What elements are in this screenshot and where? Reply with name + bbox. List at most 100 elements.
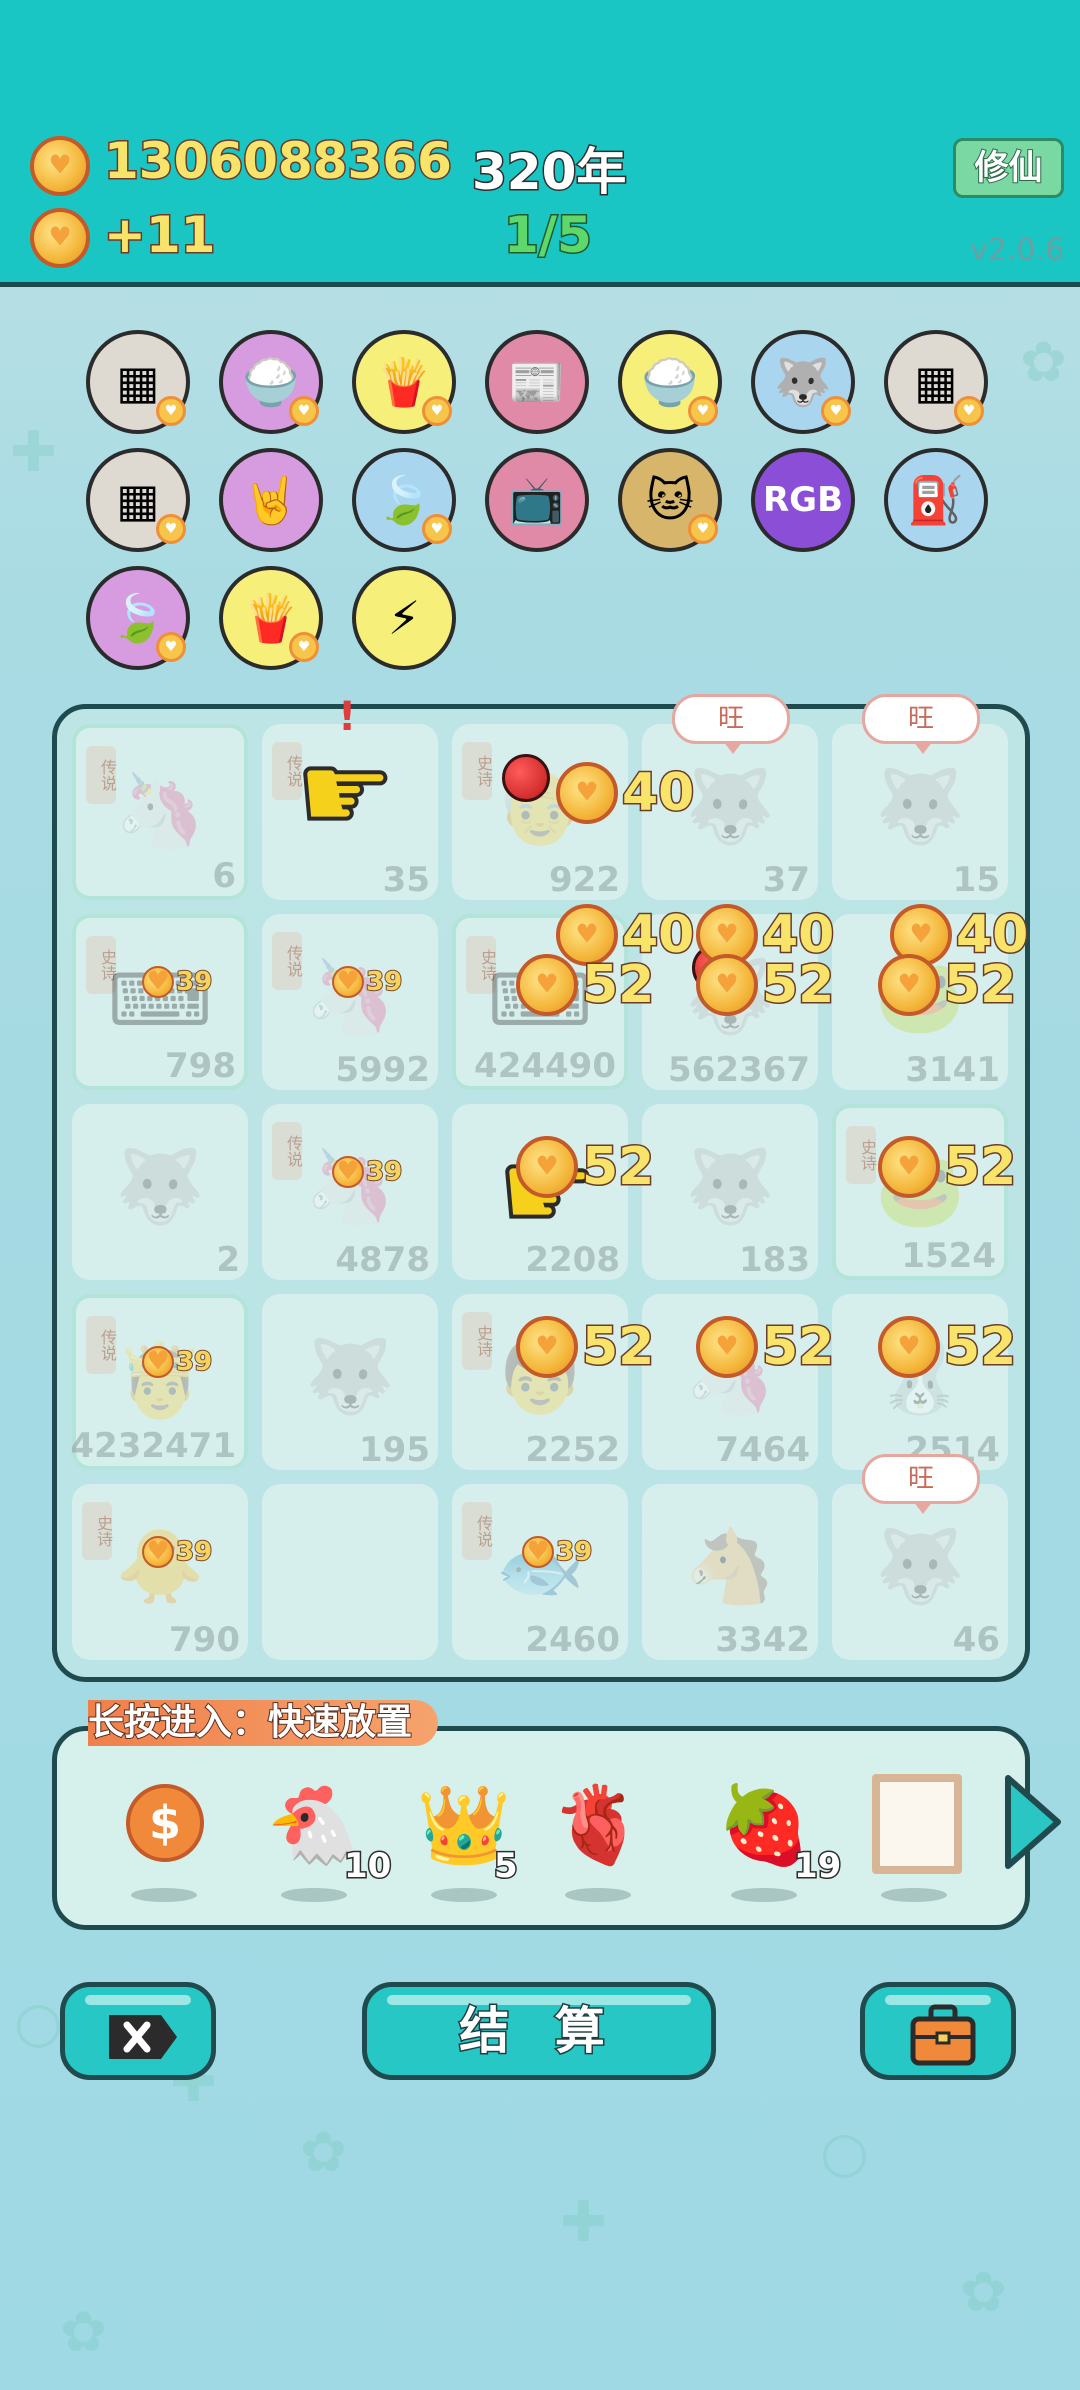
- time-magazine-glyph: 📰: [508, 354, 566, 409]
- round-progress: 1/5: [503, 205, 594, 266]
- tofu-cubes-glyph: ▦: [914, 355, 958, 409]
- husky-icon: 🐺: [305, 1334, 395, 1418]
- board-cell[interactable]: [262, 1484, 438, 1660]
- husky-icon: 🐺: [875, 764, 965, 848]
- tofu-cubes-icon[interactable]: ▦ ♥: [86, 330, 190, 434]
- rock-hand-icon[interactable]: 🤘: [219, 448, 323, 552]
- item-shadow: [431, 1888, 497, 1902]
- cell-count: 7464: [715, 1430, 810, 1470]
- cell-count: 46: [952, 1620, 1000, 1660]
- cultivation-mode-button[interactable]: 修仙: [953, 138, 1064, 198]
- tv-cow-glyph: 📺: [508, 472, 566, 527]
- mini-coin-icon: ♥: [156, 514, 186, 544]
- frame-icon[interactable]: [864, 1770, 964, 1880]
- board-cell[interactable]: 史诗🐥790: [72, 1484, 248, 1660]
- cell-count: 3342: [715, 1620, 810, 1660]
- rice-bowl-icon[interactable]: 🍚 ♥: [618, 330, 722, 434]
- bg-flower-decoration: ✿: [60, 2300, 107, 2365]
- backpack-button[interactable]: [860, 1982, 1016, 2080]
- reward-popup: 40: [556, 760, 696, 826]
- board-cell[interactable]: 🐺 195: [262, 1294, 438, 1470]
- board-cell[interactable]: 传说 🦄 6: [72, 724, 248, 900]
- coin-total: 1306088366: [103, 131, 454, 192]
- alert-mark-icon: !: [338, 694, 357, 740]
- fries-icon[interactable]: 🍟 ♥: [352, 330, 456, 434]
- item-shadow: [731, 1888, 797, 1902]
- coin-icon: [516, 1136, 578, 1198]
- speech-bubble: 旺: [862, 1454, 980, 1514]
- mini-coin-icon: ♥: [688, 396, 718, 426]
- coin-icon: [878, 954, 940, 1016]
- reward-amount: 52: [942, 1136, 1017, 1199]
- bg-flower-decoration: ✿: [960, 2260, 1007, 2325]
- coin-icon: [878, 1316, 940, 1378]
- cat-pair-icon[interactable]: 🐱 ♥: [618, 448, 722, 552]
- small-reward: 39: [522, 1536, 593, 1568]
- cell-count: 1524: [901, 1236, 996, 1276]
- board-cell[interactable]: 🐴 3342: [642, 1484, 818, 1660]
- reward-popup: 52: [878, 1314, 1018, 1380]
- board-cell[interactable]: 🐺 2: [72, 1104, 248, 1280]
- mini-coin-icon: ♥: [156, 632, 186, 662]
- coin-icon: [522, 1536, 554, 1568]
- mini-coin-icon: ♥: [821, 396, 851, 426]
- coin-icon: [142, 1536, 174, 1568]
- red-ball-icon: [502, 754, 550, 802]
- leaf-icon[interactable]: 🍃 ♥: [352, 448, 456, 552]
- bg-plus-decoration: ✚: [10, 420, 57, 485]
- coin-icon: [142, 1346, 174, 1378]
- fries-icon[interactable]: 🍟 ♥: [219, 566, 323, 670]
- small-reward: 39: [142, 1536, 213, 1568]
- cell-count: 2460: [525, 1620, 620, 1660]
- bg-ring-decoration: ○: [820, 2120, 869, 2185]
- income-coin-icon: [30, 208, 90, 268]
- cell-count: 922: [549, 860, 620, 900]
- tofu-cubes-icon[interactable]: ▦ ♥: [86, 448, 190, 552]
- cell-count: 35: [382, 860, 430, 900]
- pump-glyph: ⛽: [907, 472, 965, 527]
- board-cell[interactable]: 传说🦄4878: [262, 1104, 438, 1280]
- pump-icon[interactable]: ⛽: [884, 448, 988, 552]
- small-reward: 39: [142, 966, 213, 998]
- cell-count: 15: [952, 860, 1000, 900]
- coin-icon: [332, 966, 364, 998]
- time-magazine-icon[interactable]: 📰: [485, 330, 589, 434]
- mini-coin-icon: ♥: [156, 396, 186, 426]
- dollar-coin-icon[interactable]: $: [114, 1770, 214, 1880]
- cell-count: 195: [359, 1430, 430, 1470]
- briefcase-icon: [910, 2004, 976, 2066]
- version-label: v2.0.6: [970, 233, 1065, 268]
- top-status-bar: 1306088366 +11 320年 1/5 修仙 v2.0.6: [0, 0, 1080, 287]
- board-cell[interactable]: 传说 🤴 4232471: [70, 1294, 248, 1470]
- reward-popup: 52: [516, 952, 656, 1018]
- coin-icon: [696, 954, 758, 1016]
- board-cell[interactable]: 史诗 ⌨ 798: [72, 914, 248, 1090]
- board-cell[interactable]: 传说🦄5992: [262, 914, 438, 1090]
- cat-pair-glyph: 🐱: [646, 473, 694, 527]
- husky-icon[interactable]: 🐺 ♥: [751, 330, 855, 434]
- settle-button[interactable]: 结 算: [362, 1982, 716, 2080]
- coin-icon: [332, 1156, 364, 1188]
- reward-amount: 52: [580, 954, 655, 1017]
- exit-button[interactable]: [60, 1982, 216, 2080]
- tofu-cubes-icon[interactable]: ▦ ♥: [884, 330, 988, 434]
- board-cell[interactable]: 传说🐟2460: [452, 1484, 628, 1660]
- mini-coin-icon: ♥: [289, 632, 319, 662]
- item-count: 5: [493, 1845, 520, 1888]
- rice-bowl-icon[interactable]: 🍚 ♥: [219, 330, 323, 434]
- reward-amount: 40: [620, 762, 695, 825]
- board-cell[interactable]: 🐺 183: [642, 1104, 818, 1280]
- liver-icon[interactable]: 🫀: [548, 1770, 648, 1880]
- tv-cow-icon[interactable]: 📺: [485, 448, 589, 552]
- cell-count: 2: [216, 1240, 240, 1280]
- lightning-icon[interactable]: ⚡: [352, 566, 456, 670]
- rgb-icon[interactable]: RGB: [751, 448, 855, 552]
- mini-coin-icon: ♥: [422, 396, 452, 426]
- cell-count: 37: [762, 860, 810, 900]
- reward-popup: 52: [516, 1314, 656, 1380]
- coin-icon: [516, 954, 578, 1016]
- income-rate: +11: [102, 205, 216, 266]
- leaf-icon[interactable]: 🍃 ♥: [86, 566, 190, 670]
- tray-next-arrow-icon[interactable]: [1000, 1772, 1064, 1872]
- item-shadow: [565, 1888, 631, 1902]
